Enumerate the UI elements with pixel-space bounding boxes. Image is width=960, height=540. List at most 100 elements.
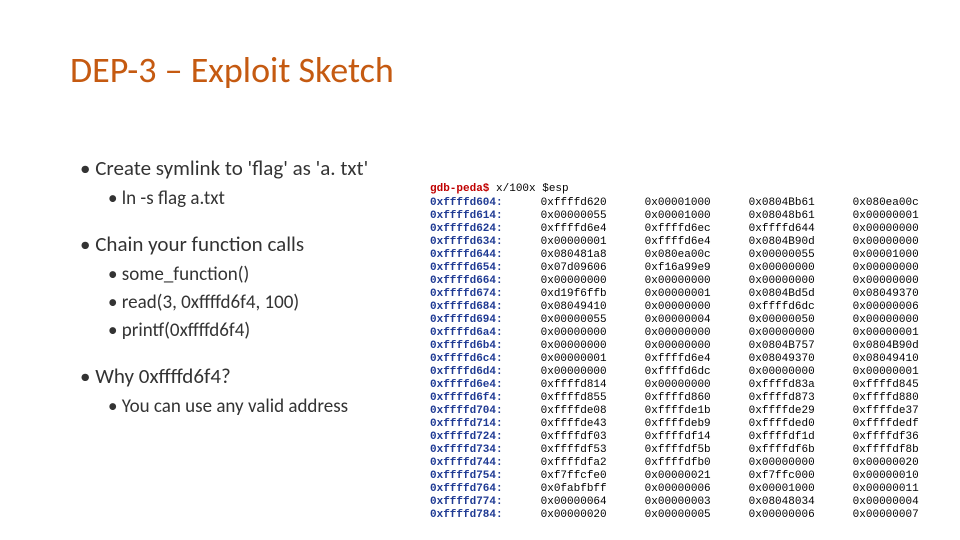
- memory-value: 0xffffde1b: [645, 405, 749, 418]
- memory-value: 0xffffd644: [749, 223, 853, 236]
- memory-value: 0xffffded0: [749, 418, 853, 431]
- memory-row: 0xffffd714:0xffffde430xffffdeb90xffffded…: [430, 418, 919, 431]
- memory-value: 0xffffd6ec: [645, 223, 749, 236]
- memory-address: 0xffffd644:: [430, 249, 541, 262]
- memory-value: 0x00000000: [749, 262, 853, 275]
- memory-row: 0xffffd704:0xffffde080xffffde1b0xffffde2…: [430, 405, 919, 418]
- memory-row: 0xffffd724:0xffffdf030xffffdf140xffffdf1…: [430, 431, 919, 444]
- memory-value: 0x08048b61: [749, 210, 853, 223]
- memory-value: 0x00000001: [541, 353, 645, 366]
- memory-value: 0x080ea00c: [853, 197, 919, 210]
- memory-value: 0xf7ffc000: [749, 470, 853, 483]
- memory-value: 0x00000000: [645, 275, 749, 288]
- memory-address: 0xffffd624:: [430, 223, 541, 236]
- memory-address: 0xffffd6f4:: [430, 392, 541, 405]
- memory-row: 0xffffd6b4:0x000000000x000000000x0804B75…: [430, 340, 919, 353]
- memory-value: 0x00000001: [853, 327, 919, 340]
- memory-value: 0xffffd6dc: [749, 301, 853, 314]
- memory-address: 0xffffd634:: [430, 236, 541, 249]
- memory-value: 0xffffd6e4: [541, 223, 645, 236]
- memory-value: 0x0fabfbff: [541, 483, 645, 496]
- memory-value: 0x00001000: [645, 210, 749, 223]
- bullet-2: Chain your function calls: [80, 231, 440, 257]
- gdb-dump: gdb-peda$ x/100x $esp 0xffffd604:0xffffd…: [430, 183, 919, 522]
- memory-value: 0xffffdf1d: [749, 431, 853, 444]
- memory-row: 0xffffd734:0xffffdf530xffffdf5b0xffffdf6…: [430, 444, 919, 457]
- memory-address: 0xffffd654:: [430, 262, 541, 275]
- memory-value: 0x00000055: [541, 314, 645, 327]
- memory-value: 0x00000064: [541, 496, 645, 509]
- memory-value: 0x08049370: [749, 353, 853, 366]
- memory-row: 0xffffd694:0x000000550x000000040x0000005…: [430, 314, 919, 327]
- memory-row: 0xffffd6f4:0xffffd8550xffffd8600xffffd87…: [430, 392, 919, 405]
- memory-value: 0xffffdf53: [541, 444, 645, 457]
- memory-row: 0xffffd6e4:0xffffd8140x000000000xffffd83…: [430, 379, 919, 392]
- memory-value: 0x00000006: [645, 483, 749, 496]
- memory-row: 0xffffd634:0x000000010xffffd6e40x0804B90…: [430, 236, 919, 249]
- memory-row: 0xffffd6a4:0x000000000x000000000x0000000…: [430, 327, 919, 340]
- memory-value: 0xffffde37: [853, 405, 919, 418]
- memory-value: 0xffffdf8b: [853, 444, 919, 457]
- memory-value: 0x00000000: [853, 236, 919, 249]
- gdb-prompt: gdb-peda$: [430, 183, 489, 195]
- memory-value: 0xffffd620: [541, 197, 645, 210]
- memory-value: 0x00000000: [749, 327, 853, 340]
- memory-value: 0xffffd845: [853, 379, 919, 392]
- memory-value: 0x00000003: [645, 496, 749, 509]
- memory-value: 0xffffd6e4: [645, 236, 749, 249]
- memory-address: 0xffffd6c4:: [430, 353, 541, 366]
- memory-value: 0x00000020: [853, 457, 919, 470]
- memory-row: 0xffffd754:0xf7ffcfe00x000000210xf7ffc00…: [430, 470, 919, 483]
- memory-row: 0xffffd684:0x080494100x000000000xffffd6d…: [430, 301, 919, 314]
- memory-value: 0x00000004: [853, 496, 919, 509]
- memory-value: 0x0804B90d: [749, 236, 853, 249]
- memory-address: 0xffffd684:: [430, 301, 541, 314]
- bullet-3: Why 0xffffd6f4?: [80, 363, 440, 389]
- bullet-1: Create symlink to 'flag' as 'a. txt': [80, 155, 440, 181]
- memory-value: 0x00000000: [645, 379, 749, 392]
- bullet-1a: ln -s flag a.txt: [108, 187, 440, 211]
- memory-value: 0x00000020: [541, 509, 645, 522]
- memory-value: 0xffffd873: [749, 392, 853, 405]
- memory-address: 0xffffd774:: [430, 496, 541, 509]
- memory-row: 0xffffd6c4:0x000000010xffffd6e40x0804937…: [430, 353, 919, 366]
- memory-value: 0x0804B757: [749, 340, 853, 353]
- memory-value: 0x00000055: [749, 249, 853, 262]
- memory-value: 0xffffd6e4: [645, 353, 749, 366]
- memory-value: 0x00000001: [853, 210, 919, 223]
- memory-address: 0xffffd6e4:: [430, 379, 541, 392]
- memory-address: 0xffffd784:: [430, 509, 541, 522]
- memory-value: 0x08049410: [853, 353, 919, 366]
- memory-address: 0xffffd604:: [430, 197, 541, 210]
- memory-row: 0xffffd614:0x000000550x000010000x08048b6…: [430, 210, 919, 223]
- memory-row: 0xffffd644:0x080481a80x080ea00c0x0000005…: [430, 249, 919, 262]
- memory-value: 0x00000000: [541, 340, 645, 353]
- slide: { "title": "DEP-3 – Exploit Sketch", "bu…: [0, 0, 960, 540]
- memory-row: 0xffffd764:0x0fabfbff0x000000060x0000100…: [430, 483, 919, 496]
- memory-address: 0xffffd754:: [430, 470, 541, 483]
- memory-value: 0xffffdf14: [645, 431, 749, 444]
- memory-value: 0x00000001: [541, 236, 645, 249]
- gdb-cmd-text: x/100x $esp: [489, 183, 568, 195]
- memory-address: 0xffffd744:: [430, 457, 541, 470]
- memory-value: 0x00000006: [749, 509, 853, 522]
- memory-address: 0xffffd704:: [430, 405, 541, 418]
- memory-value: 0xffffde08: [541, 405, 645, 418]
- memory-row: 0xffffd674:0xd19f6ffb0x000000010x0804Bd5…: [430, 288, 919, 301]
- memory-value: 0x00000000: [541, 366, 645, 379]
- memory-table: 0xffffd604:0xffffd6200x000010000x0804Bb6…: [430, 197, 919, 522]
- bullet-content: Create symlink to 'flag' as 'a. txt' ln …: [80, 155, 440, 423]
- memory-row: 0xffffd744:0xffffdfa20xffffdfb00x0000000…: [430, 457, 919, 470]
- memory-value: 0x00000000: [541, 275, 645, 288]
- memory-value: 0x00000000: [645, 301, 749, 314]
- slide-title: DEP-3 – Exploit Sketch: [70, 48, 394, 92]
- memory-value: 0x00000000: [853, 223, 919, 236]
- memory-row: 0xffffd784:0x000000200x000000050x0000000…: [430, 509, 919, 522]
- memory-value: 0xffffdf03: [541, 431, 645, 444]
- memory-value: 0xffffd880: [853, 392, 919, 405]
- memory-value: 0x0804Bd5d: [749, 288, 853, 301]
- memory-value: 0xffffd6dc: [645, 366, 749, 379]
- memory-value: 0xf16a99e9: [645, 262, 749, 275]
- memory-value: 0x00000006: [853, 301, 919, 314]
- memory-value: 0xd19f6ffb: [541, 288, 645, 301]
